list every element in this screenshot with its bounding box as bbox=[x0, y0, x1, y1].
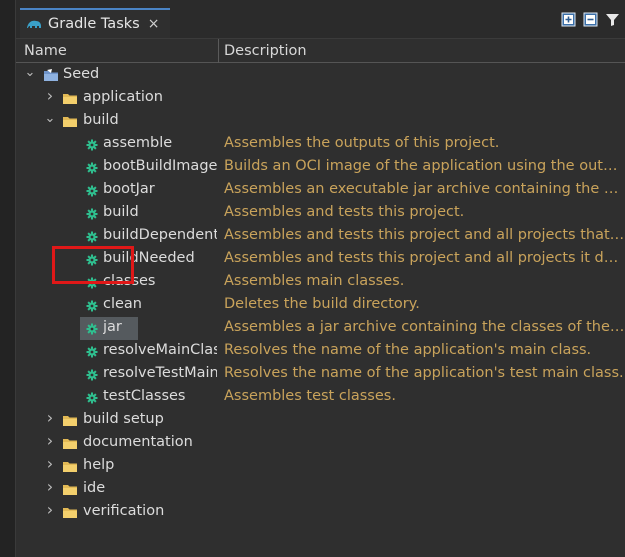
tree-group[interactable]: › ide bbox=[16, 478, 625, 501]
task-name: resolveMainClassName bbox=[103, 342, 217, 358]
tree-group[interactable]: ⌄ build bbox=[16, 110, 625, 133]
tree-group[interactable]: › application bbox=[16, 87, 625, 110]
gradle-tasks-view: Gradle Tasks × Name Description ⌄ Seed ›… bbox=[0, 0, 625, 557]
task-gear-icon bbox=[86, 231, 98, 243]
chevron-down-icon[interactable]: ⌄ bbox=[44, 112, 56, 125]
group-name: application bbox=[83, 89, 163, 105]
left-gutter bbox=[0, 0, 16, 557]
folder-open-icon bbox=[63, 117, 77, 127]
group-name: build setup bbox=[83, 411, 164, 427]
task-name: bootJar bbox=[103, 181, 155, 197]
tree-group[interactable]: › build setup bbox=[16, 409, 625, 432]
task-row[interactable]: buildDependents Assembles and tests this … bbox=[16, 225, 625, 248]
view-toolbar bbox=[560, 11, 621, 28]
collapse-all-icon[interactable] bbox=[582, 11, 599, 28]
task-name: assemble bbox=[103, 135, 173, 151]
task-description: Assembles an executable jar archive cont… bbox=[224, 181, 625, 197]
task-name: buildDependents bbox=[103, 227, 217, 243]
group-name: verification bbox=[83, 503, 165, 519]
gradle-elephant-icon bbox=[27, 20, 41, 28]
project-folder-icon bbox=[44, 69, 58, 81]
task-name: clean bbox=[103, 296, 142, 312]
folder-icon bbox=[63, 416, 77, 426]
tree-group[interactable]: › documentation bbox=[16, 432, 625, 455]
highlight-annotation bbox=[52, 246, 134, 284]
task-row[interactable]: resolveTestMainClassName Resolves the nam… bbox=[16, 363, 625, 386]
chevron-down-icon[interactable]: ⌄ bbox=[24, 66, 36, 79]
task-gear-icon bbox=[86, 185, 98, 197]
task-row[interactable]: bootBuildImage Builds an OCI image of the… bbox=[16, 156, 625, 179]
task-gear-icon bbox=[86, 300, 98, 312]
chevron-right-icon[interactable]: › bbox=[44, 502, 56, 518]
task-name: build bbox=[103, 204, 139, 220]
expand-all-icon[interactable] bbox=[560, 11, 577, 28]
filter-icon[interactable] bbox=[604, 11, 621, 28]
group-name: build bbox=[83, 112, 119, 128]
task-description: Resolves the name of the application's t… bbox=[224, 365, 624, 381]
task-description: Deletes the build directory. bbox=[224, 296, 420, 312]
tree-group[interactable]: › help bbox=[16, 455, 625, 478]
chevron-right-icon[interactable]: › bbox=[44, 410, 56, 426]
task-gear-icon bbox=[86, 139, 98, 151]
task-row[interactable]: clean Deletes the build directory. bbox=[16, 294, 625, 317]
folder-icon bbox=[63, 94, 77, 104]
column-header-name[interactable]: Name bbox=[24, 43, 67, 59]
task-row[interactable]: build Assembles and tests this project. bbox=[16, 202, 625, 225]
chevron-right-icon[interactable]: › bbox=[44, 433, 56, 449]
task-name: resolveTestMainClassName bbox=[103, 365, 217, 381]
column-header: Name Description bbox=[16, 38, 625, 63]
tab-gradle-tasks[interactable]: Gradle Tasks × bbox=[20, 8, 170, 38]
tab-title: Gradle Tasks bbox=[48, 16, 140, 32]
task-row[interactable]: testClasses Assembles test classes. bbox=[16, 386, 625, 409]
task-gear-icon bbox=[86, 208, 98, 220]
task-gear-icon bbox=[86, 323, 98, 335]
task-description: Assembles a jar archive containing the c… bbox=[224, 319, 625, 335]
chevron-right-icon[interactable]: › bbox=[44, 88, 56, 104]
task-row[interactable]: assemble Assembles the outputs of this pr… bbox=[16, 133, 625, 156]
tree-root-project[interactable]: ⌄ Seed bbox=[16, 64, 625, 87]
group-name: help bbox=[83, 457, 115, 473]
task-description: Builds an OCI image of the application u… bbox=[224, 158, 625, 174]
task-name: bootBuildImage bbox=[103, 158, 217, 174]
task-description: Assembles and tests this project. bbox=[224, 204, 465, 220]
task-gear-icon bbox=[86, 392, 98, 404]
task-description: Assembles the outputs of this project. bbox=[224, 135, 500, 151]
group-name: documentation bbox=[83, 434, 193, 450]
folder-icon bbox=[63, 485, 77, 495]
project-name: Seed bbox=[63, 66, 100, 82]
task-description: Resolves the name of the application's m… bbox=[224, 342, 592, 358]
task-description: Assembles test classes. bbox=[224, 388, 396, 404]
task-row[interactable]: jar Assembles a jar archive containing th… bbox=[16, 317, 625, 340]
task-name: jar bbox=[103, 319, 122, 335]
group-name: ide bbox=[83, 480, 106, 496]
task-row[interactable]: resolveMainClassName Resolves the name of… bbox=[16, 340, 625, 363]
chevron-right-icon[interactable]: › bbox=[44, 456, 56, 472]
tab-bar: Gradle Tasks × bbox=[16, 0, 625, 38]
task-tree: ⌄ Seed › application ⌄ build assemble Assembles… bbox=[16, 64, 625, 557]
task-name: testClasses bbox=[103, 388, 186, 404]
task-description: Assembles main classes. bbox=[224, 273, 405, 289]
folder-icon bbox=[63, 439, 77, 449]
task-row[interactable]: bootJar Assembles an executable jar archi… bbox=[16, 179, 625, 202]
chevron-right-icon[interactable]: › bbox=[44, 479, 56, 495]
column-header-description[interactable]: Description bbox=[224, 43, 307, 59]
task-description: Assembles and tests this project and all… bbox=[224, 227, 625, 243]
folder-icon bbox=[63, 462, 77, 472]
tree-group[interactable]: › verification bbox=[16, 501, 625, 524]
task-description: Assembles and tests this project and all… bbox=[224, 250, 625, 266]
task-gear-icon bbox=[86, 346, 98, 358]
close-icon[interactable]: × bbox=[148, 16, 160, 32]
task-gear-icon bbox=[86, 369, 98, 381]
column-divider[interactable] bbox=[218, 39, 219, 63]
task-gear-icon bbox=[86, 162, 98, 174]
folder-icon bbox=[63, 508, 77, 518]
